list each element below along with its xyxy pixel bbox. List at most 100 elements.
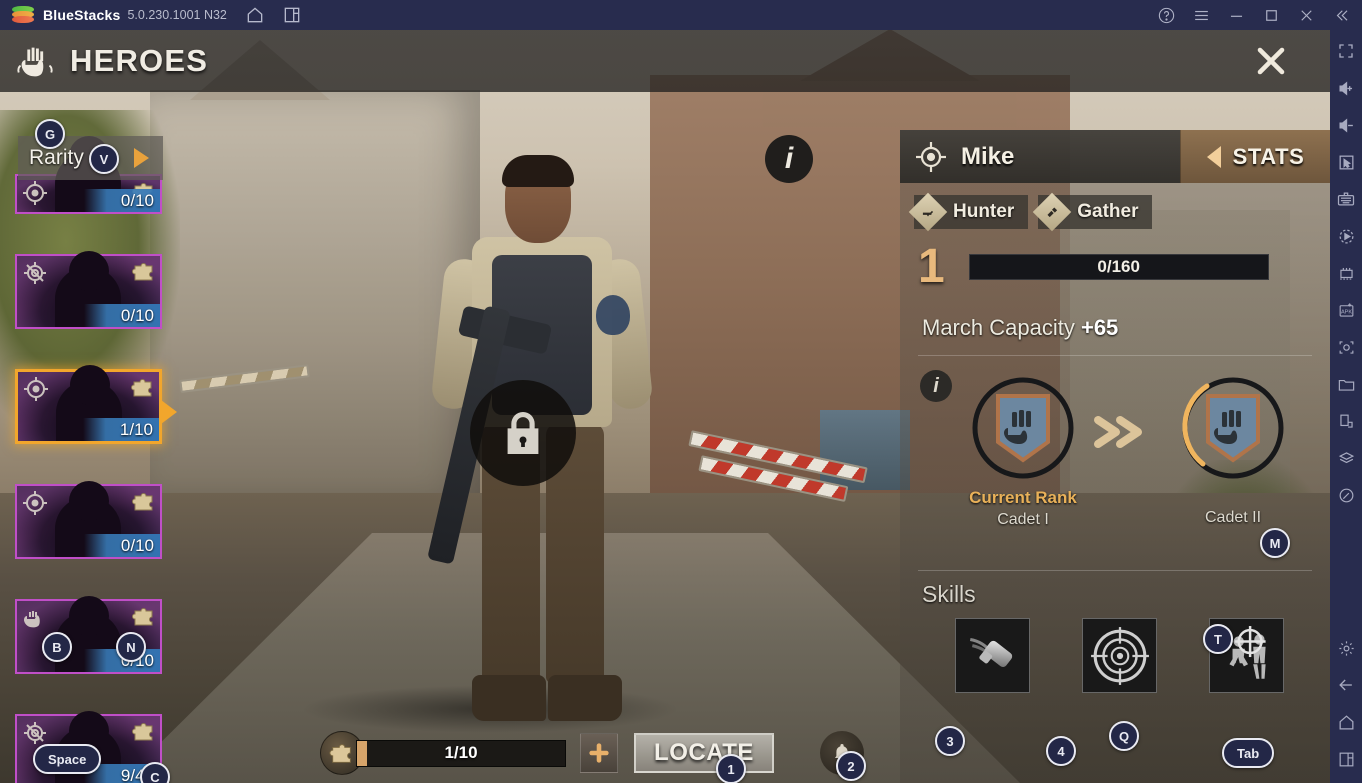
hero-piece-count: 1/10	[83, 418, 159, 441]
hero-piece-progress-value: 1/10	[444, 743, 478, 762]
puzzle-piece-icon	[131, 489, 157, 515]
next-rank-block: Cadet II	[1158, 374, 1308, 527]
crosshair-target-icon	[914, 140, 948, 174]
close-x-icon[interactable]	[1248, 38, 1294, 84]
rank-shield-icon	[994, 392, 1052, 464]
multi-instance-icon[interactable]	[282, 5, 302, 25]
key-badge-q[interactable]: Q	[1109, 721, 1139, 751]
settings-gear-icon[interactable]	[1333, 635, 1359, 661]
key-badge-v[interactable]: V	[89, 144, 119, 174]
menu-icon[interactable]	[1186, 1, 1216, 29]
rotate-icon[interactable]	[1333, 408, 1359, 434]
skills-title: Skills	[922, 581, 976, 607]
hero-list-item[interactable]: 0/10	[15, 481, 162, 559]
key-badge-m[interactable]: M	[1260, 528, 1290, 558]
key-badge-4[interactable]: 4	[1046, 736, 1076, 766]
hero-level: 1	[918, 240, 945, 293]
hero-list-item[interactable]: 0/10	[15, 251, 162, 329]
key-badge-1[interactable]: 1	[716, 754, 746, 783]
hero-xp-bar: 0/160	[968, 254, 1269, 280]
hero-level-row: 1 0/160	[900, 229, 1330, 291]
help-icon[interactable]	[1151, 1, 1181, 29]
page-title: HEROES	[70, 43, 209, 78]
hero-list: 0/10 0/10 1/10 0/10 9/40	[15, 136, 177, 783]
back-icon[interactable]	[1333, 672, 1359, 698]
double-chevron-right-icon	[1090, 412, 1150, 457]
macro-icon[interactable]	[1333, 223, 1359, 249]
gear-slash-icon	[21, 259, 49, 287]
puzzle-piece-icon	[131, 259, 157, 285]
rank-progression: i Current Rank Cadet I Cadet II	[900, 356, 1330, 556]
current-rank-block: Current Rank Cadet I	[948, 374, 1098, 529]
rifle-icon	[908, 192, 948, 232]
skill-slot-1[interactable]	[955, 618, 1030, 693]
key-badge-t[interactable]: T	[1203, 624, 1233, 654]
bluestacks-titlebar: BlueStacks 5.0.230.1001 N32	[0, 0, 1362, 30]
stats-button[interactable]: STATS	[1180, 130, 1330, 183]
march-capacity-value: +65	[1080, 315, 1119, 340]
key-badge-tab[interactable]: Tab	[1222, 738, 1275, 768]
shovel-icon	[1033, 192, 1072, 232]
fullscreen-icon[interactable]	[1333, 38, 1359, 64]
hero-piece-progress-bar: 1/10	[356, 739, 566, 767]
key-badge-3[interactable]: 3	[935, 726, 965, 756]
close-icon[interactable]	[1291, 1, 1321, 29]
key-badge-b[interactable]: B	[42, 632, 72, 662]
tab-gather[interactable]: Gather	[1033, 192, 1153, 232]
tab-gather-label: Gather	[1077, 201, 1139, 222]
bluestacks-logo-icon	[12, 6, 34, 24]
rank-progress-ring	[969, 374, 1077, 482]
lock-icon[interactable]	[470, 380, 576, 486]
script-icon[interactable]	[1333, 482, 1359, 508]
collapse-sidebar-icon[interactable]	[1326, 1, 1356, 29]
locate-button[interactable]: LOCATE	[634, 733, 774, 773]
home-icon[interactable]	[245, 5, 265, 25]
media-manager-icon[interactable]	[1333, 371, 1359, 397]
hero-piece-count: 0/10	[84, 189, 160, 212]
recents-icon[interactable]	[1333, 746, 1359, 772]
triangle-right-icon[interactable]	[134, 148, 149, 168]
key-badge-n[interactable]: N	[116, 632, 146, 662]
skills-row	[900, 608, 1330, 693]
current-rank-name: Cadet I	[997, 511, 1049, 528]
hero-stats-panel: Mike STATS Hunter Gather 1 0/160 March C…	[900, 130, 1330, 783]
grenade-skill-icon	[969, 637, 1012, 667]
tab-hunter[interactable]: Hunter	[908, 192, 1029, 232]
fist-emblem-icon	[12, 38, 58, 84]
game-viewport[interactable]: i HEROES Rarity G V 0/10 0/10 1/10 0/10 …	[0, 30, 1330, 783]
bluestacks-sidebar: APK	[1330, 30, 1362, 783]
bottom-action-bar: 1/10 LOCATE	[0, 723, 900, 783]
install-apk-icon[interactable]: APK	[1333, 297, 1359, 323]
selection-caret-icon	[161, 400, 177, 424]
volume-up-icon[interactable]	[1333, 75, 1359, 101]
hero-piece-count: 0/10	[84, 304, 160, 327]
puzzle-piece-icon	[130, 375, 156, 401]
screenshot-icon[interactable]	[1333, 334, 1359, 360]
crosshair-icon	[22, 375, 50, 403]
rank-progress-ring-next	[1179, 374, 1287, 482]
app-version: 5.0.230.1001 N32	[127, 8, 227, 22]
app-name: BlueStacks	[43, 7, 121, 23]
current-rank-label: Current Rank	[969, 488, 1077, 507]
maximize-icon[interactable]	[1256, 1, 1286, 29]
rank-shield-icon-next	[1204, 392, 1262, 464]
hero-list-item-selected[interactable]: 1/10	[15, 365, 177, 444]
volume-down-icon[interactable]	[1333, 112, 1359, 138]
key-badge-g[interactable]: G	[35, 119, 65, 149]
keymapping-icon[interactable]	[1333, 186, 1359, 212]
hero-list-item[interactable]: 0/10	[15, 136, 162, 214]
key-badge-2[interactable]: 2	[836, 751, 866, 781]
home-icon[interactable]	[1333, 709, 1359, 735]
hero-role-tabs: Hunter Gather	[900, 183, 1330, 232]
info-button[interactable]: i	[765, 135, 813, 183]
minimize-icon[interactable]	[1221, 1, 1251, 29]
fist-icon	[21, 604, 49, 632]
chevron-left-icon	[1206, 145, 1221, 168]
multi-instance-manager-icon[interactable]	[1333, 260, 1359, 286]
cursor-icon[interactable]	[1333, 149, 1359, 175]
hero-piece-count: 0/10	[84, 534, 160, 557]
key-badge-space[interactable]: Space	[33, 744, 102, 774]
eco-mode-icon[interactable]	[1333, 445, 1359, 471]
add-pieces-button[interactable]	[580, 733, 618, 773]
skill-slot-2[interactable]	[1082, 618, 1157, 693]
